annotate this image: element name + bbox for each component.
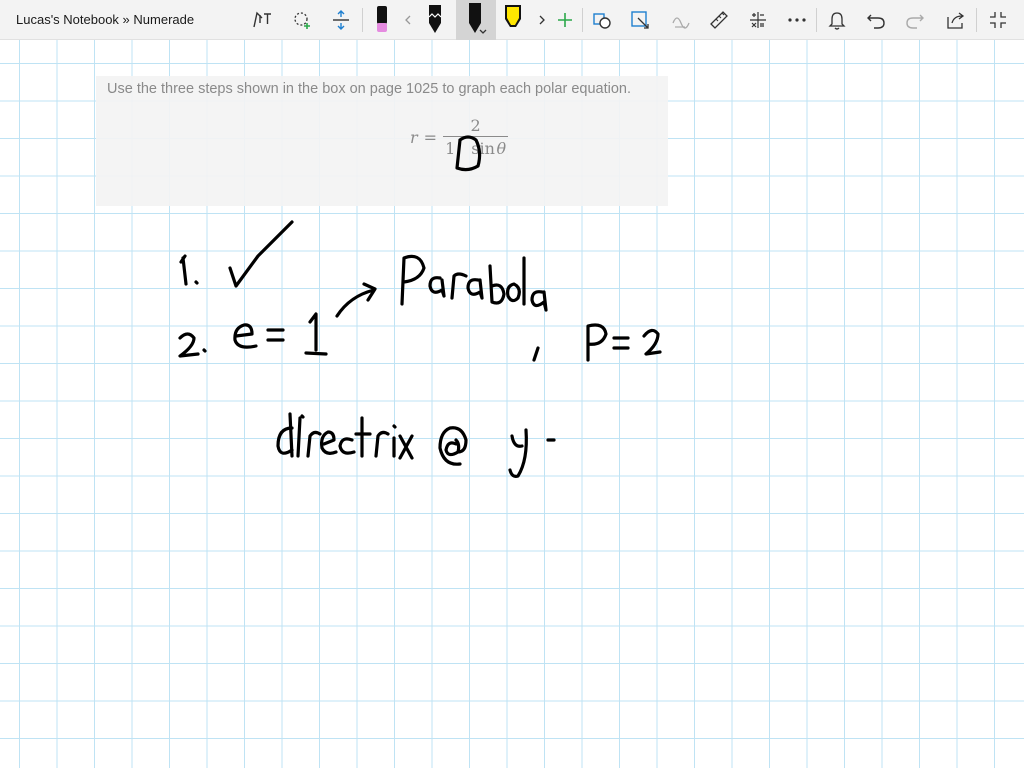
ink-line-2	[178, 254, 662, 362]
ink-line-1	[179, 220, 294, 288]
ink-layer	[178, 135, 662, 478]
ink-line-3	[276, 412, 556, 478]
ink-box-mark	[455, 135, 482, 172]
